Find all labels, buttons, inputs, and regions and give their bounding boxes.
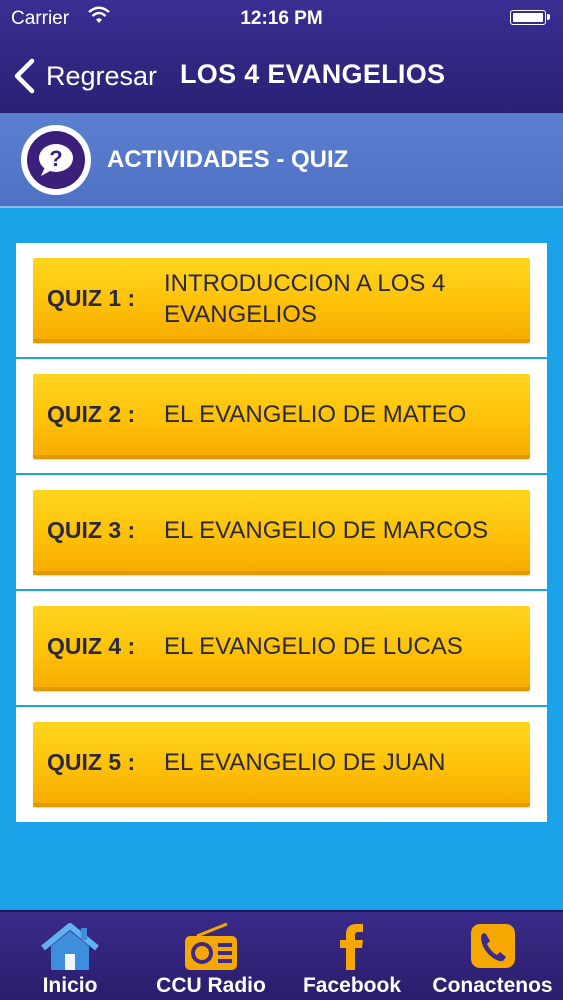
- clock: 12:16 PM: [240, 8, 323, 29]
- list-item: QUIZ 2 : EL EVANGELIO DE MATEO: [16, 359, 547, 475]
- back-label: Regresar: [46, 60, 158, 91]
- quiz-number: QUIZ 4 :: [47, 633, 136, 659]
- tab-bar: Inicio CCU Radio Facebook Conactenos: [0, 910, 563, 1000]
- tab-facebook[interactable]: Facebook: [282, 912, 422, 1000]
- quiz-title: EL EVANGELIO DE MARCOS: [164, 517, 489, 544]
- list-item: QUIZ 5 : EL EVANGELIO DE JUAN: [16, 707, 547, 823]
- question-speech-icon: ?: [21, 125, 91, 195]
- quiz-3-button[interactable]: QUIZ 3 : EL EVANGELIO DE MARCOS: [33, 490, 530, 575]
- list-item: QUIZ 4 : EL EVANGELIO DE LUCAS: [16, 591, 547, 707]
- status-bar: Carrier 12:16 PM: [0, 0, 563, 38]
- home-icon: [41, 923, 99, 970]
- quiz-list: QUIZ 1 : INTRODUCCION A LOS 4 EVANGELIOS…: [16, 243, 547, 822]
- tab-inicio[interactable]: Inicio: [0, 912, 140, 1000]
- radio-icon: [185, 922, 237, 970]
- tab-conactenos[interactable]: Conactenos: [422, 912, 563, 1000]
- header: Carrier 12:16 PM Regresar LOS 4 EVANGELI…: [0, 0, 563, 113]
- quiz-title: EL EVANGELIO DE MATEO: [164, 401, 467, 428]
- quiz-2-button[interactable]: QUIZ 2 : EL EVANGELIO DE MATEO: [33, 374, 530, 459]
- quiz-title: EL EVANGELIO DE LUCAS: [164, 633, 463, 660]
- quiz-number: QUIZ 5 :: [47, 749, 136, 775]
- quiz-number: QUIZ 1 :: [47, 285, 136, 311]
- quiz-title: EL EVANGELIO DE JUAN: [164, 749, 446, 776]
- quiz-5-button[interactable]: QUIZ 5 : EL EVANGELIO DE JUAN: [33, 722, 530, 807]
- quiz-1-button[interactable]: QUIZ 1 : INTRODUCCION A LOS 4 EVANGELIOS: [33, 258, 530, 343]
- tab-ccu-radio[interactable]: CCU Radio: [140, 912, 282, 1000]
- list-item: QUIZ 1 : INTRODUCCION A LOS 4 EVANGELIOS: [16, 243, 547, 359]
- facebook-icon: [340, 924, 363, 970]
- quiz-4-button[interactable]: QUIZ 4 : EL EVANGELIO DE LUCAS: [33, 606, 530, 691]
- tab-label: Inicio: [42, 974, 98, 997]
- section-header: ? ACTIVIDADES - QUIZ: [0, 113, 563, 208]
- page-title: LOS 4 EVANGELIOS: [180, 59, 446, 89]
- back-button[interactable]: Regresar: [12, 56, 157, 96]
- quiz-number: QUIZ 3 :: [47, 517, 136, 543]
- tab-label: Conactenos: [432, 974, 553, 997]
- navigation-bar: Regresar LOS 4 EVANGELIOS: [0, 38, 563, 113]
- quiz-title: INTRODUCCION A LOS 4 EVANGELIOS: [164, 269, 446, 328]
- tab-label: Facebook: [302, 974, 402, 997]
- list-item: QUIZ 3 : EL EVANGELIO DE MARCOS: [16, 475, 547, 591]
- chevron-left-icon: [14, 58, 35, 94]
- battery-icon: [510, 10, 550, 25]
- quiz-number: QUIZ 2 :: [47, 401, 136, 427]
- tab-label: CCU Radio: [156, 974, 266, 997]
- svg-text:?: ?: [49, 146, 62, 171]
- phone-icon: [470, 924, 515, 968]
- section-title: ACTIVIDADES - QUIZ: [107, 146, 349, 173]
